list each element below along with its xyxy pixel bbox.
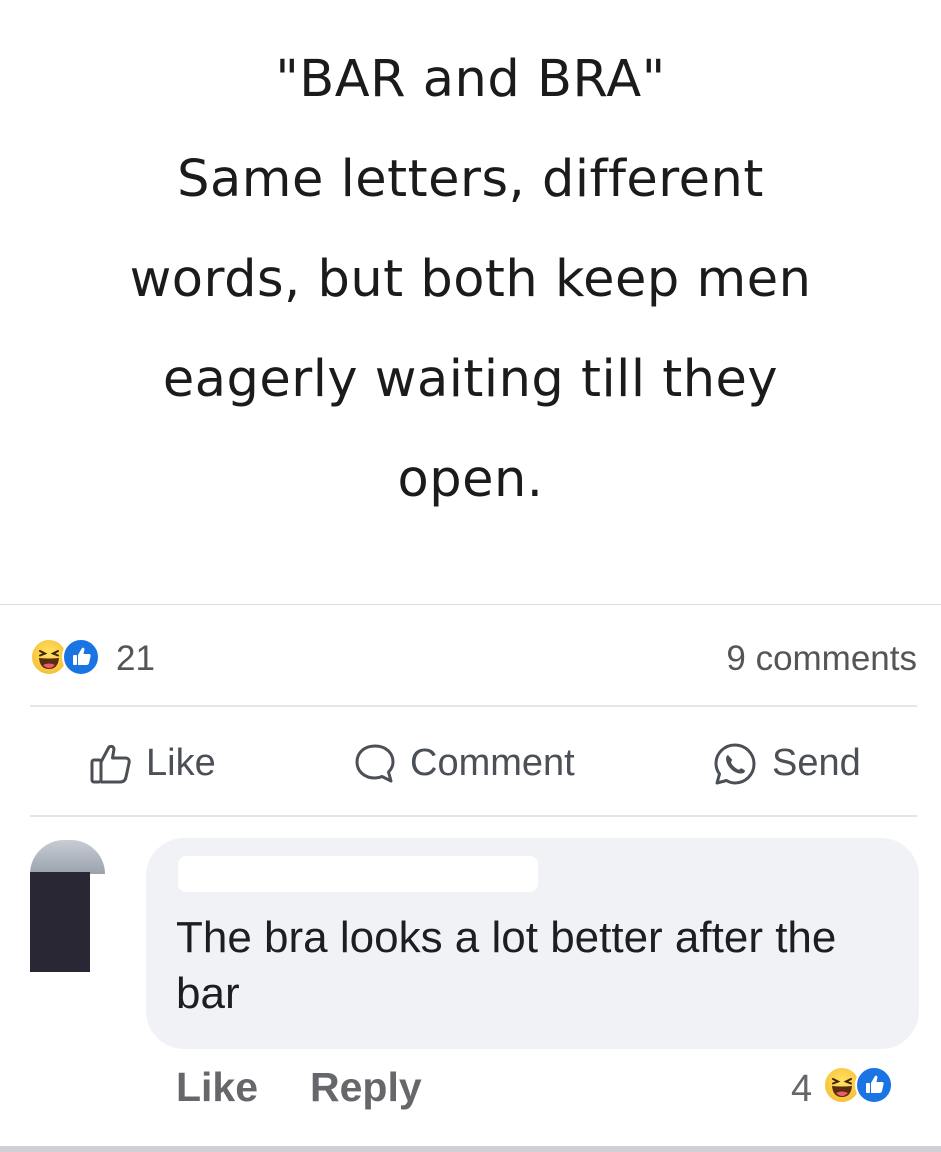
send-label: Send <box>772 742 861 784</box>
thumbs-up-icon <box>90 744 131 783</box>
post-action-bar: Like Comment Send <box>0 716 941 811</box>
quote-line: Same letters, different <box>177 150 764 209</box>
whatsapp-icon <box>714 743 756 784</box>
comment-bubble: The bra looks a lot better after the bar <box>146 838 919 1049</box>
comment-like-button[interactable]: Like <box>176 1064 258 1111</box>
post-quote: "BAR and BRA" Same letters, different wo… <box>40 30 901 530</box>
avatar[interactable] <box>24 840 124 972</box>
divider <box>30 815 917 817</box>
divider <box>0 1146 941 1152</box>
quote-line: open. <box>397 450 544 509</box>
post-image[interactable]: "BAR and BRA" Same letters, different wo… <box>0 0 941 604</box>
reaction-count[interactable]: 21 <box>116 639 155 679</box>
comment-icon <box>355 744 395 782</box>
like-icon <box>62 638 100 676</box>
reaction-summary: 21 9 comments <box>0 618 941 698</box>
reaction-icons[interactable] <box>30 638 110 678</box>
divider <box>0 604 941 605</box>
like-icon <box>855 1066 893 1104</box>
quote-line: words, but both keep men <box>129 250 812 309</box>
comment-label: Comment <box>410 742 575 784</box>
comment-reactions[interactable]: 4 <box>791 1066 921 1110</box>
like-button[interactable]: Like <box>88 716 216 811</box>
comment-reaction-icons <box>823 1066 899 1106</box>
comments-count-link[interactable]: 9 comments <box>726 639 917 679</box>
divider <box>30 705 917 707</box>
comment-reaction-count: 4 <box>791 1068 813 1110</box>
like-label: Like <box>146 742 216 784</box>
comment-reply-button[interactable]: Reply <box>310 1064 422 1111</box>
comment-author-name-redacted[interactable] <box>178 856 538 892</box>
comment-button[interactable]: Comment <box>352 716 575 811</box>
send-button[interactable]: Send <box>710 716 861 811</box>
quote-line: "BAR and BRA" <box>275 50 666 109</box>
quote-line: eagerly waiting till they <box>162 350 779 409</box>
comment-text: The bra looks a lot better after the bar <box>176 913 837 1018</box>
